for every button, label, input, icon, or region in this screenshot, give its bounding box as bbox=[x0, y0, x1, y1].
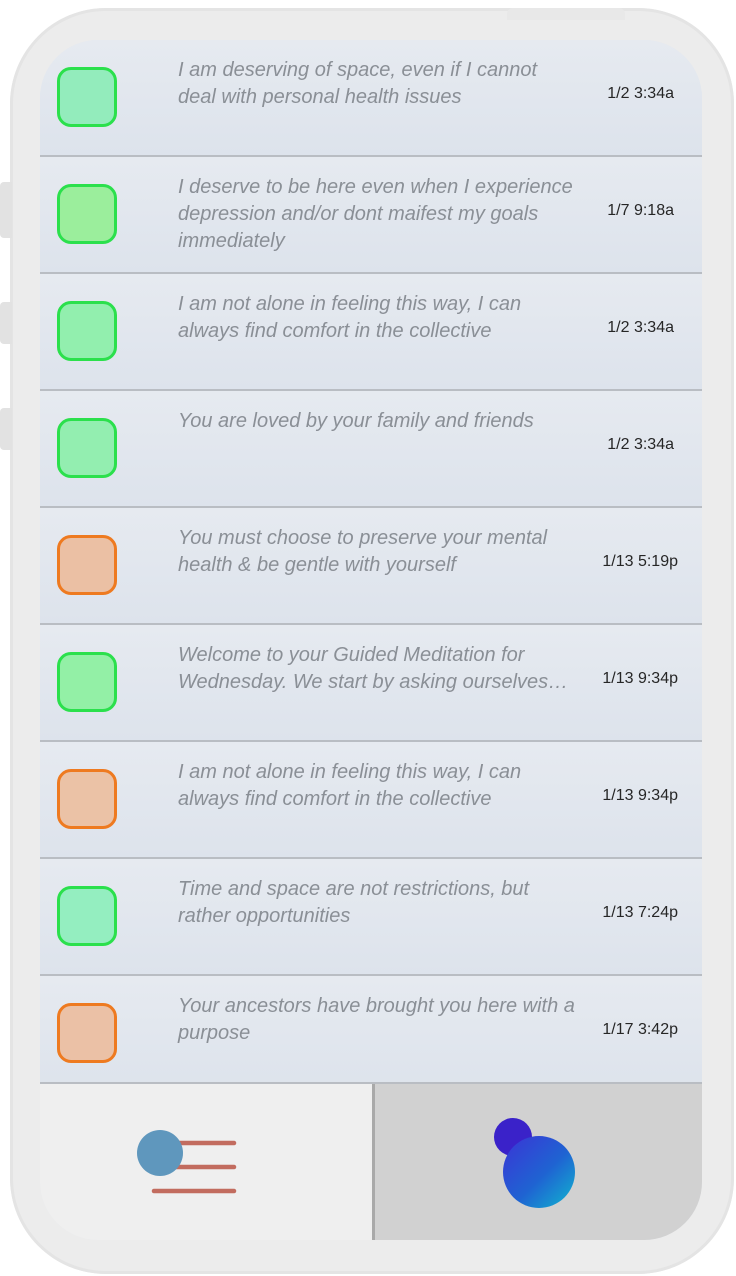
list-item[interactable]: I am not alone in feeling this way, I ca… bbox=[40, 274, 702, 391]
timestamp: 1/7 9:18a bbox=[607, 202, 674, 219]
timestamp: 1/13 5:19p bbox=[602, 553, 678, 570]
timestamp: 1/2 3:34a bbox=[607, 319, 674, 336]
timestamp: 1/17 3:42p bbox=[602, 1021, 678, 1038]
timestamp: 1/13 9:34p bbox=[602, 787, 678, 804]
list-item[interactable]: Welcome to your Guided Meditation for We… bbox=[40, 625, 702, 742]
list-menu-icon bbox=[137, 1130, 237, 1194]
power-button bbox=[507, 8, 625, 20]
timestamp: 1/2 3:34a bbox=[607, 436, 674, 453]
list-item[interactable]: Time and space are not restrictions, but… bbox=[40, 859, 702, 976]
tab-bar bbox=[40, 1082, 702, 1240]
mood-indicator[interactable] bbox=[57, 535, 117, 595]
volume-down-button bbox=[0, 408, 12, 450]
affirmation-list[interactable]: I am deserving of space, even if I canno… bbox=[40, 40, 702, 1091]
mood-indicator[interactable] bbox=[57, 1003, 117, 1063]
affirmation-text: Time and space are not restrictions, but… bbox=[178, 878, 530, 927]
mood-indicator[interactable] bbox=[57, 184, 117, 244]
volume-up-button bbox=[0, 302, 12, 344]
affirmation-text: You are loved by your family and friends bbox=[178, 410, 534, 432]
timestamp: 1/13 9:34p bbox=[602, 670, 678, 687]
affirmation-text: I am not alone in feeling this way, I ca… bbox=[178, 761, 522, 810]
mood-indicator[interactable] bbox=[57, 418, 117, 478]
timestamp: 1/2 3:34a bbox=[607, 85, 674, 102]
list-item[interactable]: Your ancestors have brought you here wit… bbox=[40, 976, 702, 1091]
list-item[interactable]: I deserve to be here even when I experie… bbox=[40, 157, 702, 274]
affirmation-text: I am deserving of space, even if I canno… bbox=[178, 59, 538, 108]
mood-indicator[interactable] bbox=[57, 67, 117, 127]
tab-bubbles[interactable] bbox=[375, 1084, 702, 1240]
list-item[interactable]: I am not alone in feeling this way, I ca… bbox=[40, 742, 702, 859]
mood-indicator[interactable] bbox=[57, 301, 117, 361]
affirmation-text: You must choose to preserve your mental … bbox=[178, 527, 548, 576]
affirmation-text: I am not alone in feeling this way, I ca… bbox=[178, 293, 522, 342]
affirmation-text: I deserve to be here even when I experie… bbox=[178, 176, 573, 252]
mood-indicator[interactable] bbox=[57, 769, 117, 829]
mute-switch bbox=[0, 182, 12, 238]
app-screen: I am deserving of space, even if I canno… bbox=[40, 40, 702, 1240]
list-item[interactable]: I am deserving of space, even if I canno… bbox=[40, 40, 702, 157]
mood-indicator[interactable] bbox=[57, 652, 117, 712]
tab-list[interactable] bbox=[40, 1084, 372, 1240]
affirmation-text: Welcome to your Guided Meditation for We… bbox=[178, 644, 569, 693]
list-item[interactable]: You must choose to preserve your mental … bbox=[40, 508, 702, 625]
affirmation-text: Your ancestors have brought you here wit… bbox=[178, 995, 575, 1044]
bubbles-icon bbox=[494, 1118, 575, 1208]
mood-indicator[interactable] bbox=[57, 886, 117, 946]
list-item[interactable]: You are loved by your family and friends… bbox=[40, 391, 702, 508]
timestamp: 1/13 7:24p bbox=[602, 904, 678, 921]
